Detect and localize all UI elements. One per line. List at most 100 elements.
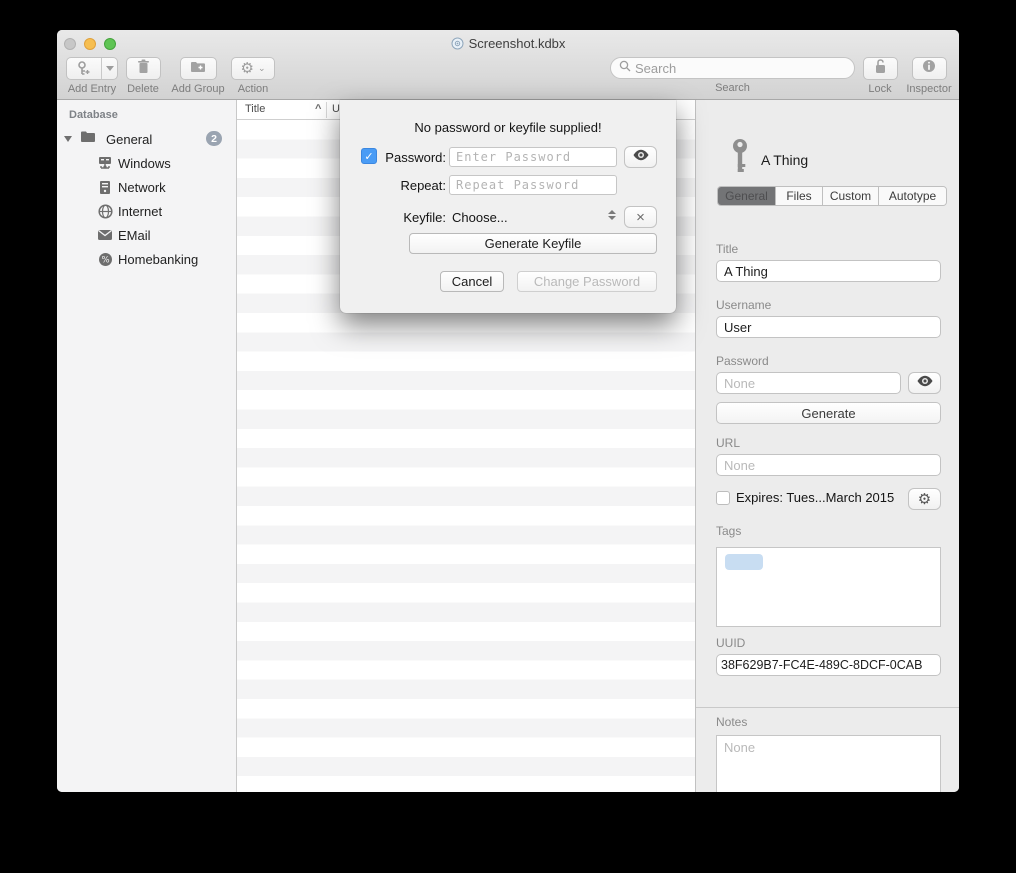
add-entry-toolbar-item: Add Entry	[64, 57, 120, 95]
percent-coin-icon: %	[97, 251, 113, 267]
app-window: Screenshot.kdbx Add Entry	[57, 30, 959, 792]
title-field[interactable]	[716, 260, 941, 282]
username-label: Username	[716, 298, 771, 312]
sheet-keyfile-label: Keyfile:	[362, 210, 446, 225]
expiry-settings-button[interactable]: ⚙	[908, 488, 941, 510]
sidebar-item-label: Network	[118, 180, 166, 195]
action-label: Action	[229, 83, 277, 95]
sheet-password-field[interactable]	[449, 147, 617, 167]
column-header-username[interactable]: U	[332, 103, 340, 115]
tab-files[interactable]: Files	[775, 187, 822, 205]
action-button[interactable]: ⚙ ⌄	[231, 57, 275, 80]
sidebar: Database General 2 Windows	[57, 100, 237, 792]
info-icon	[922, 59, 936, 78]
clear-keyfile-button[interactable]: ×	[624, 206, 657, 228]
search-input[interactable]	[635, 61, 846, 76]
inspector-button[interactable]	[912, 57, 947, 80]
entry-count-badge: 2	[206, 131, 222, 146]
sidebar-item-homebanking[interactable]: % Homebanking	[57, 247, 236, 271]
change-password-button[interactable]: Change Password	[517, 271, 657, 292]
keyfile-popup[interactable]: Choose...	[452, 210, 508, 225]
sheet-repeat-label: Repeat:	[362, 178, 446, 193]
lock-button[interactable]	[863, 57, 898, 80]
tags-box[interactable]	[716, 547, 941, 627]
password-field[interactable]	[716, 372, 901, 394]
chevron-down-icon: ⌄	[258, 63, 266, 74]
sheet-password-label: Password:	[362, 150, 446, 165]
add-entry-label: Add Entry	[64, 83, 120, 95]
generate-password-button[interactable]: Generate	[716, 402, 941, 424]
add-group-button[interactable]	[180, 57, 217, 80]
search-icon	[619, 59, 631, 77]
search-field-wrap	[610, 57, 855, 79]
lock-toolbar-item: Lock	[859, 57, 901, 95]
eye-icon	[632, 148, 650, 166]
titlebar-toolbar: Screenshot.kdbx Add Entry	[57, 30, 959, 100]
sheet-reveal-password-button[interactable]	[624, 146, 657, 168]
entry-header: A Thing	[731, 138, 808, 181]
sidebar-item-email[interactable]: EMail	[57, 223, 236, 247]
uuid-field[interactable]	[716, 654, 941, 676]
expires-row: Expires: Tues...March 2015	[716, 490, 894, 505]
sheet-repeat-field[interactable]	[449, 175, 617, 195]
search-label: Search	[610, 82, 855, 94]
desktop-background: Screenshot.kdbx Add Entry	[0, 0, 1016, 873]
notes-field[interactable]	[716, 735, 941, 792]
sidebar-item-label: EMail	[118, 228, 151, 243]
windows-icon	[97, 155, 113, 171]
sidebar-item-windows[interactable]: Windows	[57, 151, 236, 175]
reveal-password-button[interactable]	[908, 372, 941, 394]
tab-autotype[interactable]: Autotype	[878, 187, 946, 205]
add-group-toolbar-item: Add Group	[167, 57, 229, 95]
delete-toolbar-item: Delete	[121, 57, 165, 95]
url-field[interactable]	[716, 454, 941, 476]
column-divider[interactable]	[326, 102, 327, 118]
eye-icon	[916, 374, 934, 392]
tab-custom[interactable]: Custom	[822, 187, 878, 205]
key-icon	[731, 138, 749, 181]
folder-plus-icon	[190, 60, 206, 78]
column-header-title[interactable]: Title	[245, 103, 265, 115]
password-label: Password	[716, 354, 769, 368]
sidebar-item-label: Homebanking	[118, 252, 198, 267]
envelope-icon	[97, 227, 113, 243]
add-entry-key-icon[interactable]	[67, 58, 101, 79]
lock-open-icon	[874, 59, 887, 79]
url-label: URL	[716, 436, 740, 450]
add-entry-dropdown-arrow[interactable]	[101, 58, 117, 79]
entry-title: A Thing	[761, 152, 808, 168]
username-field[interactable]	[716, 316, 941, 338]
title-label: Title	[716, 242, 738, 256]
uuid-label: UUID	[716, 636, 745, 650]
globe-icon	[97, 203, 113, 219]
cancel-button[interactable]: Cancel	[440, 271, 504, 292]
trash-icon	[137, 59, 150, 79]
delete-button[interactable]	[126, 57, 161, 80]
tag-token[interactable]	[725, 554, 763, 570]
disclosure-triangle-icon[interactable]	[64, 136, 72, 142]
server-icon	[97, 179, 113, 195]
sidebar-item-internet[interactable]: Internet	[57, 199, 236, 223]
change-password-sheet: No password or keyfile supplied! ✓ Passw…	[340, 100, 676, 313]
gear-icon: ⚙	[241, 61, 254, 76]
expires-checkbox[interactable]	[716, 491, 730, 505]
sheet-message: No password or keyfile supplied!	[340, 120, 676, 135]
gear-icon: ⚙	[918, 492, 931, 507]
sidebar-item-label: Windows	[118, 156, 171, 171]
sidebar-item-general[interactable]: General 2	[57, 127, 236, 151]
add-entry-button[interactable]	[66, 57, 118, 80]
generate-keyfile-button[interactable]: Generate Keyfile	[409, 233, 657, 254]
inspector-panel: A Thing General Files Custom Autotype Ti…	[695, 100, 959, 792]
close-x-icon: ×	[636, 209, 645, 226]
tab-general[interactable]: General	[718, 187, 775, 205]
notes-label: Notes	[716, 715, 747, 729]
notes-divider	[696, 707, 959, 708]
keyfile-stepper-icon[interactable]	[608, 210, 616, 220]
action-toolbar-item: ⚙ ⌄ Action	[229, 57, 277, 95]
sidebar-item-label: Internet	[118, 204, 162, 219]
search-toolbar-item: Search	[610, 57, 855, 94]
document-proxy-icon	[451, 37, 464, 53]
inspector-tabs: General Files Custom Autotype	[717, 186, 947, 206]
expires-label: Expires: Tues...March 2015	[736, 490, 894, 505]
sidebar-item-network[interactable]: Network	[57, 175, 236, 199]
